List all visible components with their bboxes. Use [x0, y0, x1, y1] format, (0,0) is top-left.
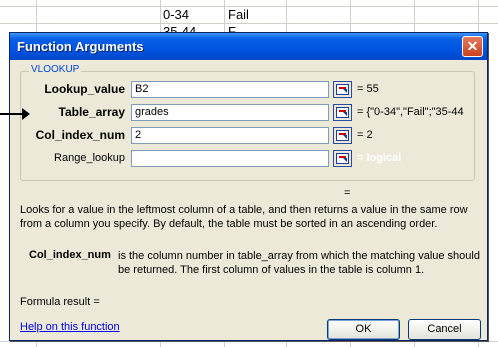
collapse-dialog-icon	[336, 84, 349, 95]
arguments-group: VLOOKUP Lookup_value B2 = 55 Table_array…	[20, 64, 475, 181]
col-index-num-label: Col_index_num	[35, 128, 125, 142]
dialog-titlebar[interactable]: Function Arguments ✕	[10, 33, 487, 60]
grid-row-line	[0, 6, 498, 7]
function-name-label: VLOOKUP	[29, 64, 82, 75]
close-icon: ✕	[466, 38, 479, 54]
grid-row-line	[0, 341, 498, 342]
collapse-dialog-icon	[336, 153, 349, 164]
lookup-value-input[interactable]: B2	[131, 81, 329, 98]
grid-row-line	[0, 23, 498, 24]
collapse-dialog-icon	[336, 130, 349, 141]
arrow-pointer-icon	[0, 113, 24, 115]
formula-result-label: Formula result =	[20, 296, 100, 308]
help-link[interactable]: Help on this function	[20, 321, 120, 333]
arrow-pointer-head	[22, 108, 30, 120]
function-description: Looks for a value in the leftmost column…	[20, 204, 468, 230]
col-index-num-result: = 2	[357, 129, 373, 141]
cell-range[interactable]: 0-34	[163, 7, 189, 22]
lookup-value-result: = 55	[357, 83, 379, 95]
ok-button[interactable]: OK	[327, 319, 400, 340]
range-lookup-label: Range_lookup	[54, 152, 125, 164]
range-lookup-input[interactable]	[131, 150, 329, 167]
range-lookup-result: = logical	[357, 152, 402, 164]
table-array-input[interactable]: grades	[131, 104, 329, 121]
table-array-result: = {"0-34","Fail";"35-44	[357, 106, 464, 118]
range-lookup-collapse-button[interactable]	[333, 150, 352, 167]
lookup-value-collapse-button[interactable]	[333, 81, 352, 98]
function-result: =	[344, 187, 351, 199]
table-array-label: Table_array	[58, 105, 126, 119]
col-index-num-input[interactable]: 2	[131, 127, 329, 144]
argument-description-text: is the column number in table_array from…	[118, 250, 480, 276]
col-index-num-collapse-button[interactable]	[333, 127, 352, 144]
dialog-title: Function Arguments	[17, 39, 144, 54]
cell-grade[interactable]: Fail	[228, 7, 249, 22]
function-arguments-dialog: Function Arguments ✕ VLOOKUP Lookup_valu…	[9, 32, 488, 341]
argument-description-name: Col_index_num	[29, 249, 111, 261]
close-button[interactable]: ✕	[462, 36, 483, 57]
table-array-collapse-button[interactable]	[333, 104, 352, 121]
collapse-dialog-icon	[336, 107, 349, 118]
lookup-value-label: Lookup_value	[44, 82, 125, 96]
cancel-button[interactable]: Cancel	[408, 319, 481, 340]
